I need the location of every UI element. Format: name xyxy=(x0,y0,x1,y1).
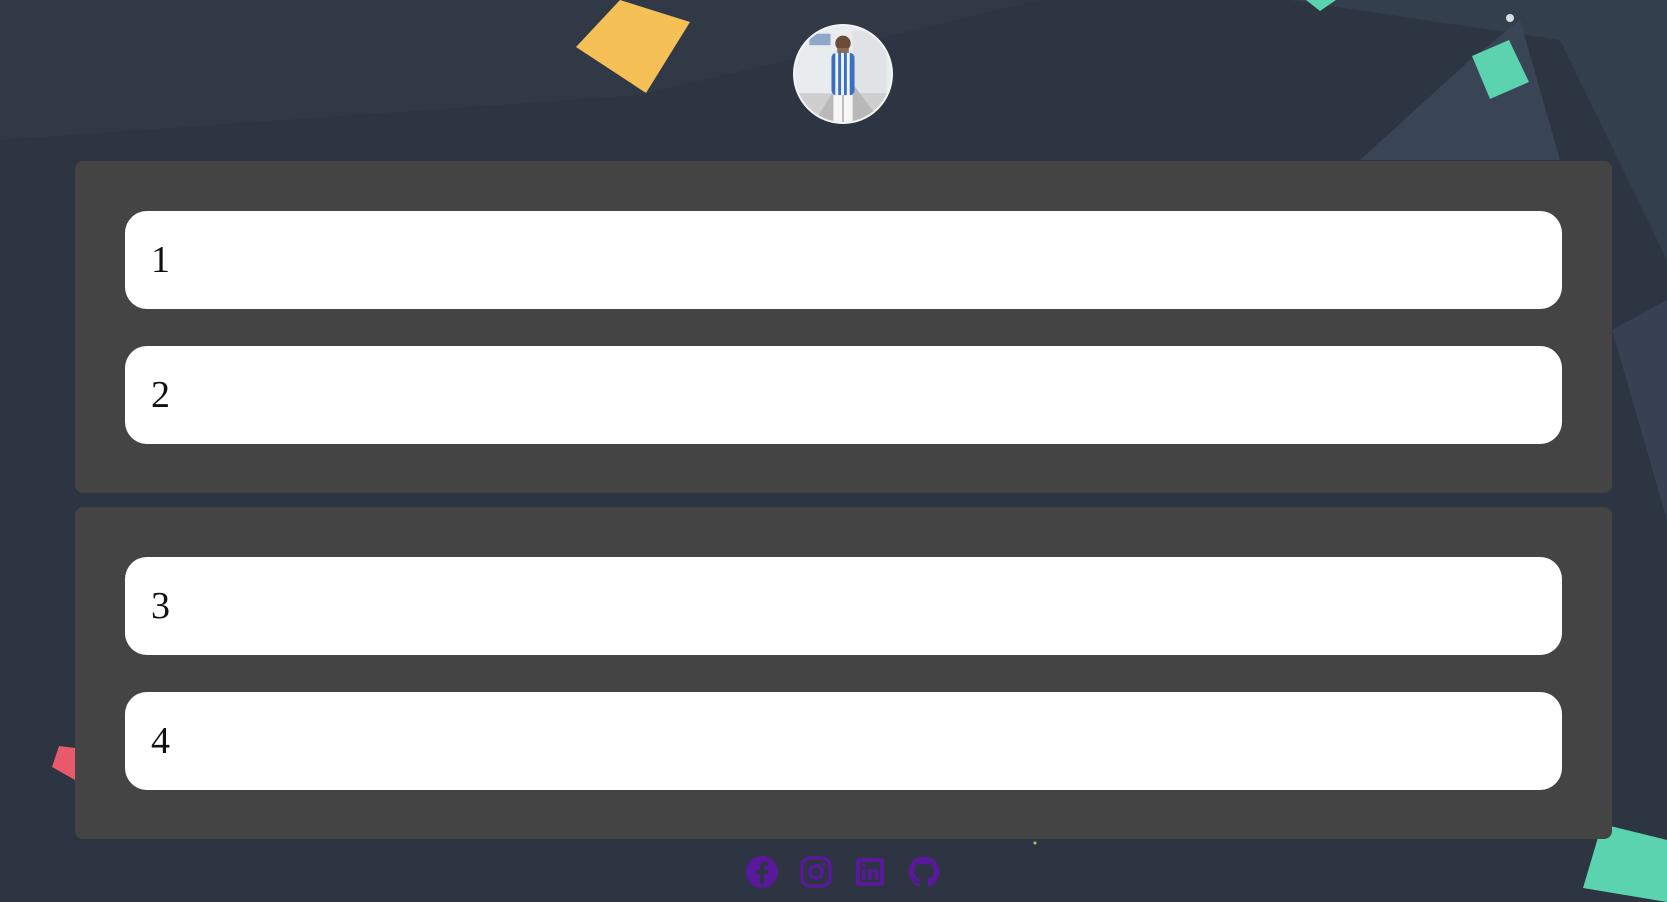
link-button-2[interactable]: 2 xyxy=(125,346,1562,444)
link-group-1: 1 2 xyxy=(75,161,1612,493)
link-group-2: 3 4 xyxy=(75,507,1612,839)
profile-photo-icon xyxy=(795,26,891,122)
link-button-3[interactable]: 3 xyxy=(125,557,1562,655)
profile-avatar xyxy=(793,24,893,124)
link-button-1[interactable]: 1 xyxy=(125,211,1562,309)
link-button-4[interactable]: 4 xyxy=(125,692,1562,790)
social-links xyxy=(744,854,942,890)
teal-square-shape xyxy=(1472,40,1529,99)
linkedin-icon[interactable] xyxy=(852,854,888,890)
github-icon[interactable] xyxy=(906,854,942,890)
facebook-icon[interactable] xyxy=(744,854,780,890)
yellow-square-shape xyxy=(576,0,690,93)
red-square-shape xyxy=(52,746,75,780)
instagram-icon[interactable] xyxy=(798,854,834,890)
teal-corner-shape xyxy=(1306,0,1336,11)
